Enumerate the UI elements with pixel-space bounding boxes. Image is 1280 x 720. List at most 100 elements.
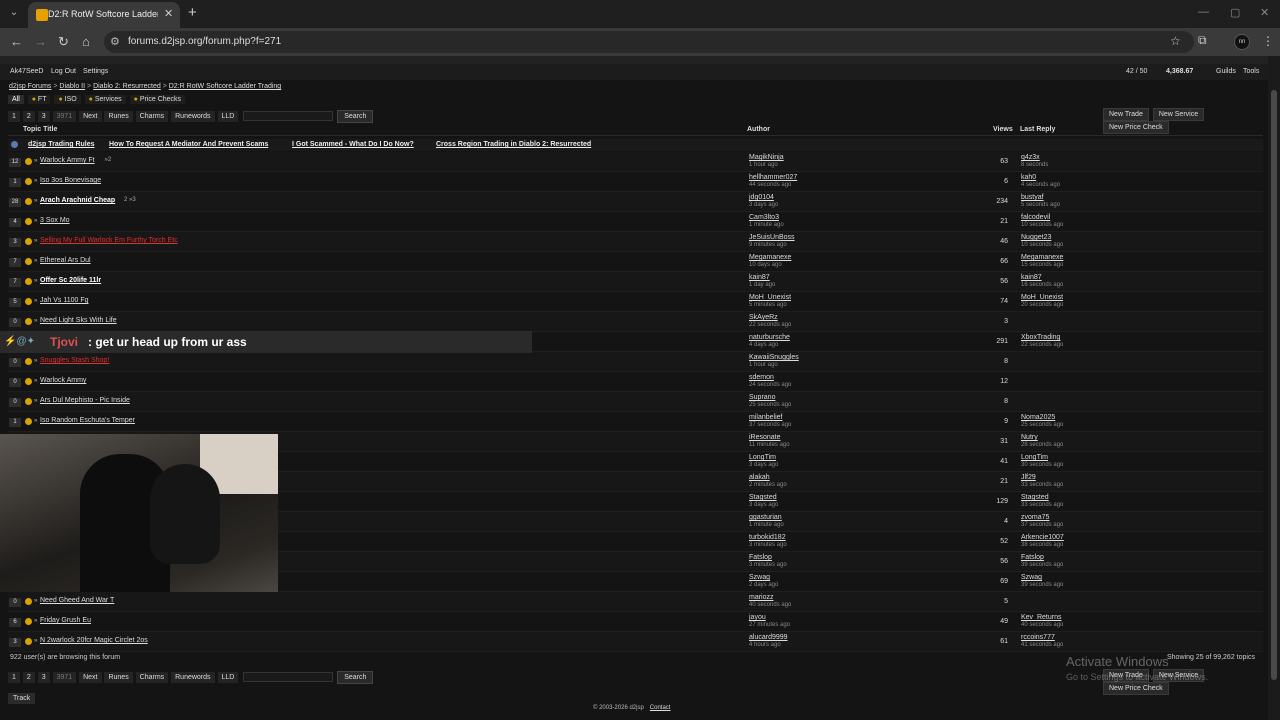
jump-arrow-icon[interactable]: » [34,618,37,624]
author-link[interactable]: Megamanexe [749,253,949,262]
topic-pages[interactable]: 2 »3 [124,197,136,203]
page-link[interactable]: 2 [22,111,35,122]
last-reply-user[interactable]: zvoma75 [1021,513,1221,522]
profile-avatar[interactable]: nn [1234,34,1250,50]
topic-title-link[interactable]: Selling My Full Warlock Em Furthy Torch … [40,237,178,244]
lld-link[interactable]: LLD [217,672,239,683]
author-link[interactable]: turbokid182 [749,533,949,542]
charms-link[interactable]: Charms [135,111,169,122]
breadcrumb-item[interactable]: d2jsp Forums [9,83,51,90]
col-author[interactable]: Author [747,126,770,133]
author-link[interactable]: alucard9999 [749,633,949,642]
author-link[interactable]: LongTim [749,453,949,462]
topic-pages[interactable]: »2 [105,157,112,163]
last-reply-user[interactable]: rccoins777 [1021,633,1221,642]
sticky-link[interactable]: I Got Scammed - What Do I Do Now? [292,141,414,148]
topic-title-link[interactable]: Arach Arachnid Cheap [40,197,115,204]
author-link[interactable]: alakah [749,473,949,482]
logout-link[interactable]: Log Out [51,68,76,75]
breadcrumb-item[interactable]: Diablo 2: Resurrected [93,83,161,90]
breadcrumb-item[interactable]: D2:R RotW Softcore Ladder Trading [169,83,281,90]
last-reply-user[interactable]: Nutry [1021,433,1221,442]
filter-price-checks[interactable]: ● Price Checks [129,95,186,104]
jump-arrow-icon[interactable]: » [34,278,37,284]
next-page-link[interactable]: Next [79,672,102,683]
author-link[interactable]: jdg0104 [749,193,949,202]
last-reply-user[interactable]: falcodevil [1021,213,1221,222]
topic-title-link[interactable]: Warlock Ammy Ft [40,157,95,164]
last-reply-user[interactable]: Jlf29 [1021,473,1221,482]
author-link[interactable]: naturbursche [749,333,949,342]
last-reply-user[interactable]: Noma2025 [1021,413,1221,422]
lld-link[interactable]: LLD [217,111,239,122]
active-tab[interactable]: D2:R RotW Softcore Ladder Tra... ✕ [28,2,180,28]
last-reply-user[interactable]: Fatslop [1021,553,1221,562]
author-link[interactable]: Suprano [749,393,949,402]
jump-arrow-icon[interactable]: » [34,218,37,224]
page-link[interactable]: 2 [22,672,35,683]
gold-amount[interactable]: 4,368.67 [1166,68,1193,75]
topic-title-link[interactable]: Need Light Sks With Life [40,317,117,324]
filter-all[interactable]: All [8,95,24,104]
author-link[interactable]: jayou [749,613,949,622]
minimize-icon[interactable]: — [1198,6,1209,18]
topic-title-link[interactable]: Snuggles Stash Shop! [40,357,109,364]
page-link[interactable]: 3 [37,111,50,122]
jump-arrow-icon[interactable]: » [34,418,37,424]
contact-link[interactable]: Contact [650,705,671,711]
topic-title-link[interactable]: Iso Random Eschuta's Temper [40,417,135,424]
jump-arrow-icon[interactable]: » [34,598,37,604]
username-link[interactable]: Ak47SeeD [10,68,43,75]
last-reply-user[interactable]: Arkencie1007 [1021,533,1221,542]
topic-title-link[interactable]: Friday Grush Eu [40,617,91,624]
browser-menu-icon[interactable]: ⋮ [1262,34,1274,48]
topic-title-link[interactable]: Offer Sc 20life 11lr [40,277,101,284]
author-link[interactable]: MoH_Unexist [749,293,949,302]
topic-title-link[interactable]: Ethereal Ars Dul [40,257,91,264]
author-link[interactable]: kain87 [749,273,949,282]
author-link[interactable]: MagikNinja [749,153,949,162]
new-trade-button[interactable]: New Trade [1103,108,1149,121]
scrollbar-thumb[interactable] [1271,90,1277,680]
search-button[interactable]: Search [337,671,374,684]
author-link[interactable]: sdemon [749,373,949,382]
search-input[interactable] [243,672,334,683]
last-reply-user[interactable]: kah0 [1021,173,1221,182]
page-link[interactable]: 1 [8,672,20,683]
last-reply-user[interactable]: MoH_Unexist [1021,293,1221,302]
extensions-icon[interactable]: ⧉ [1198,33,1207,48]
last-reply-user[interactable]: LongTim [1021,453,1221,462]
topic-title-link[interactable]: Ars Dul Mephisto - Pic Inside [40,397,130,404]
guilds-link[interactable]: Guilds [1216,68,1236,75]
breadcrumb-item[interactable]: Diablo II [59,83,85,90]
author-link[interactable]: KawaiiSnuggles [749,353,949,362]
runewords-link[interactable]: Runewords [171,111,215,122]
jump-arrow-icon[interactable]: » [34,358,37,364]
topic-title-link[interactable]: Need Gheed And War T [40,597,114,604]
runes-link[interactable]: Runes [104,672,133,683]
author-link[interactable]: ggasturian [749,513,949,522]
author-link[interactable]: SkAyeRz [749,313,949,322]
jump-arrow-icon[interactable]: » [34,238,37,244]
topic-title-link[interactable]: Warlock Ammy [40,377,86,384]
next-page-link[interactable]: Next [79,111,102,122]
author-link[interactable]: mariozz [749,593,949,602]
forward-icon[interactable]: → [34,34,47,49]
filter-iso[interactable]: ● ISO [54,95,81,104]
author-link[interactable]: JeSuisUnBoss [749,233,949,242]
new-price-check-button[interactable]: New Price Check [1103,682,1169,695]
reload-icon[interactable]: ↻ [58,34,69,50]
settings-link[interactable]: Settings [83,68,108,75]
last-reply-user[interactable]: q4z3x [1021,153,1221,162]
jump-arrow-icon[interactable]: » [34,318,37,324]
jump-arrow-icon[interactable]: » [34,158,37,164]
runewords-link[interactable]: Runewords [171,672,215,683]
window-close-icon[interactable]: ✕ [1260,6,1269,19]
sticky-link[interactable]: d2jsp Trading Rules [28,141,95,148]
topic-title-link[interactable]: Jah Vs 1100 Fg [40,297,89,304]
author-link[interactable]: Szwag [749,573,949,582]
author-link[interactable]: iResonate [749,433,949,442]
col-last-reply[interactable]: Last Reply [1020,126,1055,133]
site-info-icon[interactable]: ⚙ [110,35,120,48]
new-service-button[interactable]: New Service [1152,108,1205,121]
